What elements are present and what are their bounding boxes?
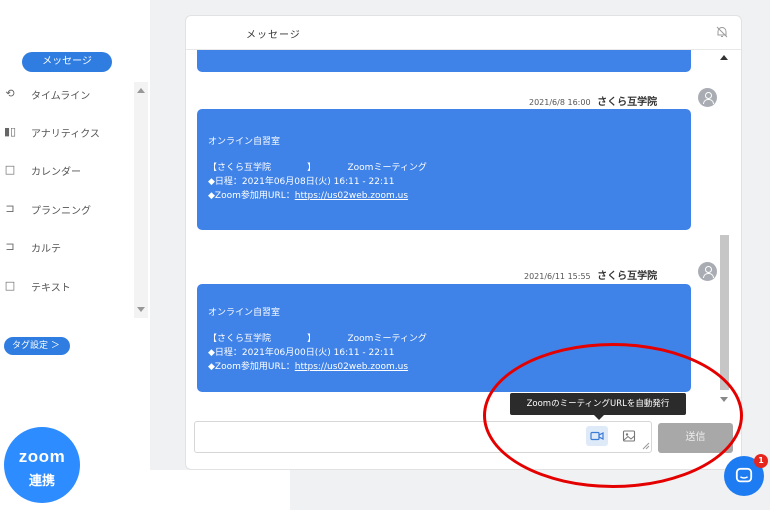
scroll-down-arrow-icon[interactable] <box>137 307 145 312</box>
sidebar-item-label: テキスト <box>31 282 71 294</box>
scroll-up-arrow-icon[interactable] <box>720 55 728 60</box>
message-bubble: オンライン自習室 【さくら互学院 】 Zoomミーティング ◆日程：2021年0… <box>197 109 691 230</box>
message-bubble-partial <box>197 50 691 72</box>
chat-bubble-icon <box>735 467 753 483</box>
zoom-logo-text: zoom <box>18 447 66 466</box>
chart-record-icon: ⊐ <box>5 240 15 253</box>
message-sender: さくら互学院 <box>597 97 658 108</box>
message-meta: 2021/6/11 15:55 さくら互学院 <box>524 267 657 282</box>
scrollbar-thumb[interactable] <box>720 235 729 390</box>
sidebar-item-calendar[interactable]: □ カレンダー <box>0 160 81 180</box>
timeline-icon: ⟲ <box>5 87 15 100</box>
annotation-highlight-circle <box>483 343 743 488</box>
panel-title: メッセージ <box>246 30 301 41</box>
sidebar-item-text[interactable]: □ テキスト <box>0 276 71 296</box>
sidebar: メッセージ ⟲ タイムライン ▮▯ アナリティクス □ カレンダー ⊐ プランニ… <box>0 0 150 415</box>
zoom-integration-badge: zoom 連携 <box>4 427 80 503</box>
sidebar-item-label: カルテ <box>31 243 61 255</box>
sidebar-item-label: プランニング <box>31 205 91 217</box>
sidebar-item-timeline[interactable]: ⟲ タイムライン <box>0 84 90 104</box>
message-line: オンライン自習室 <box>208 308 281 318</box>
message-line: ◆日程：2021年06月08日(火) 16:11 - 22:11 <box>208 177 395 187</box>
sidebar-item-label: タイムライン <box>31 90 91 102</box>
message-line: ◆Zoom参加用URL： <box>208 362 295 372</box>
message-line: ◆Zoom参加用URL： <box>208 191 295 201</box>
sidebar-item-messages[interactable]: メッセージ <box>22 52 112 72</box>
sidebar-item-karte[interactable]: ⊐ カルテ <box>0 237 61 257</box>
calendar-icon: □ <box>4 163 16 176</box>
sidebar-item-analytics[interactable]: ▮▯ アナリティクス <box>0 122 100 142</box>
analytics-icon: ▮▯ <box>3 125 17 138</box>
panel-header: メッセージ <box>186 16 741 50</box>
avatar <box>698 262 717 281</box>
message-timestamp: 2021/6/11 15:55 <box>524 272 591 281</box>
sidebar-scrollbar[interactable] <box>134 82 148 318</box>
messages-scrollbar[interactable] <box>718 50 731 410</box>
message-sender: さくら互学院 <box>597 271 658 282</box>
sidebar-item-label: カレンダー <box>31 166 81 178</box>
zoom-url-link[interactable]: https://us02web.zoom.us <box>295 362 408 372</box>
sidebar-item-label: アナリティクス <box>31 128 100 140</box>
message-timestamp: 2021/6/8 16:00 <box>529 98 591 107</box>
message-meta: 2021/6/8 16:00 さくら互学院 <box>529 93 657 108</box>
zoom-url-link[interactable]: https://us02web.zoom.us <box>295 191 408 201</box>
zoom-integration-label: 連携 <box>28 474 55 489</box>
tag-settings-button[interactable]: タグ設定 ＞ <box>4 337 70 355</box>
message-line: オンライン自習室 <box>208 137 281 147</box>
unread-count-badge: 1 <box>754 454 768 468</box>
sidebar-item-planning[interactable]: ⊐ プランニング <box>0 199 91 219</box>
planning-icon: ⊐ <box>5 202 15 215</box>
scroll-up-arrow-icon[interactable] <box>137 88 145 93</box>
text-icon: □ <box>4 279 16 292</box>
message-line: 【さくら互学院 】 Zoomミーティング <box>208 163 427 173</box>
content-background-bottom <box>290 470 770 510</box>
notification-off-icon[interactable] <box>715 25 729 39</box>
avatar <box>698 88 717 107</box>
